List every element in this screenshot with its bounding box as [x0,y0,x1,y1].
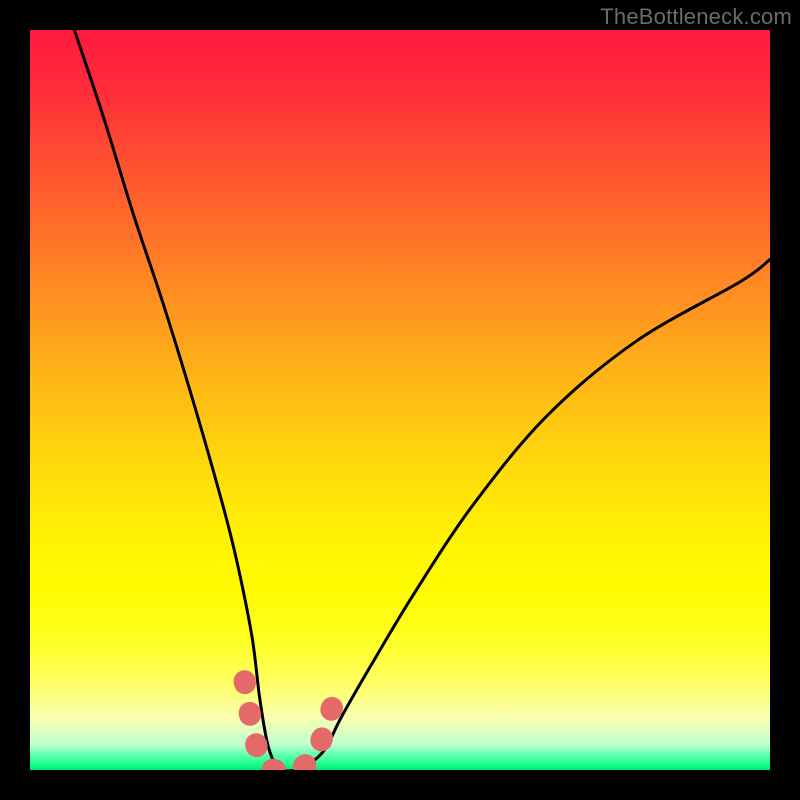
plot-area [30,30,770,770]
chart-svg [30,30,770,770]
bottleneck-curve [74,30,770,770]
chart-frame: TheBottleneck.com [0,0,800,800]
watermark-text: TheBottleneck.com [600,4,792,30]
